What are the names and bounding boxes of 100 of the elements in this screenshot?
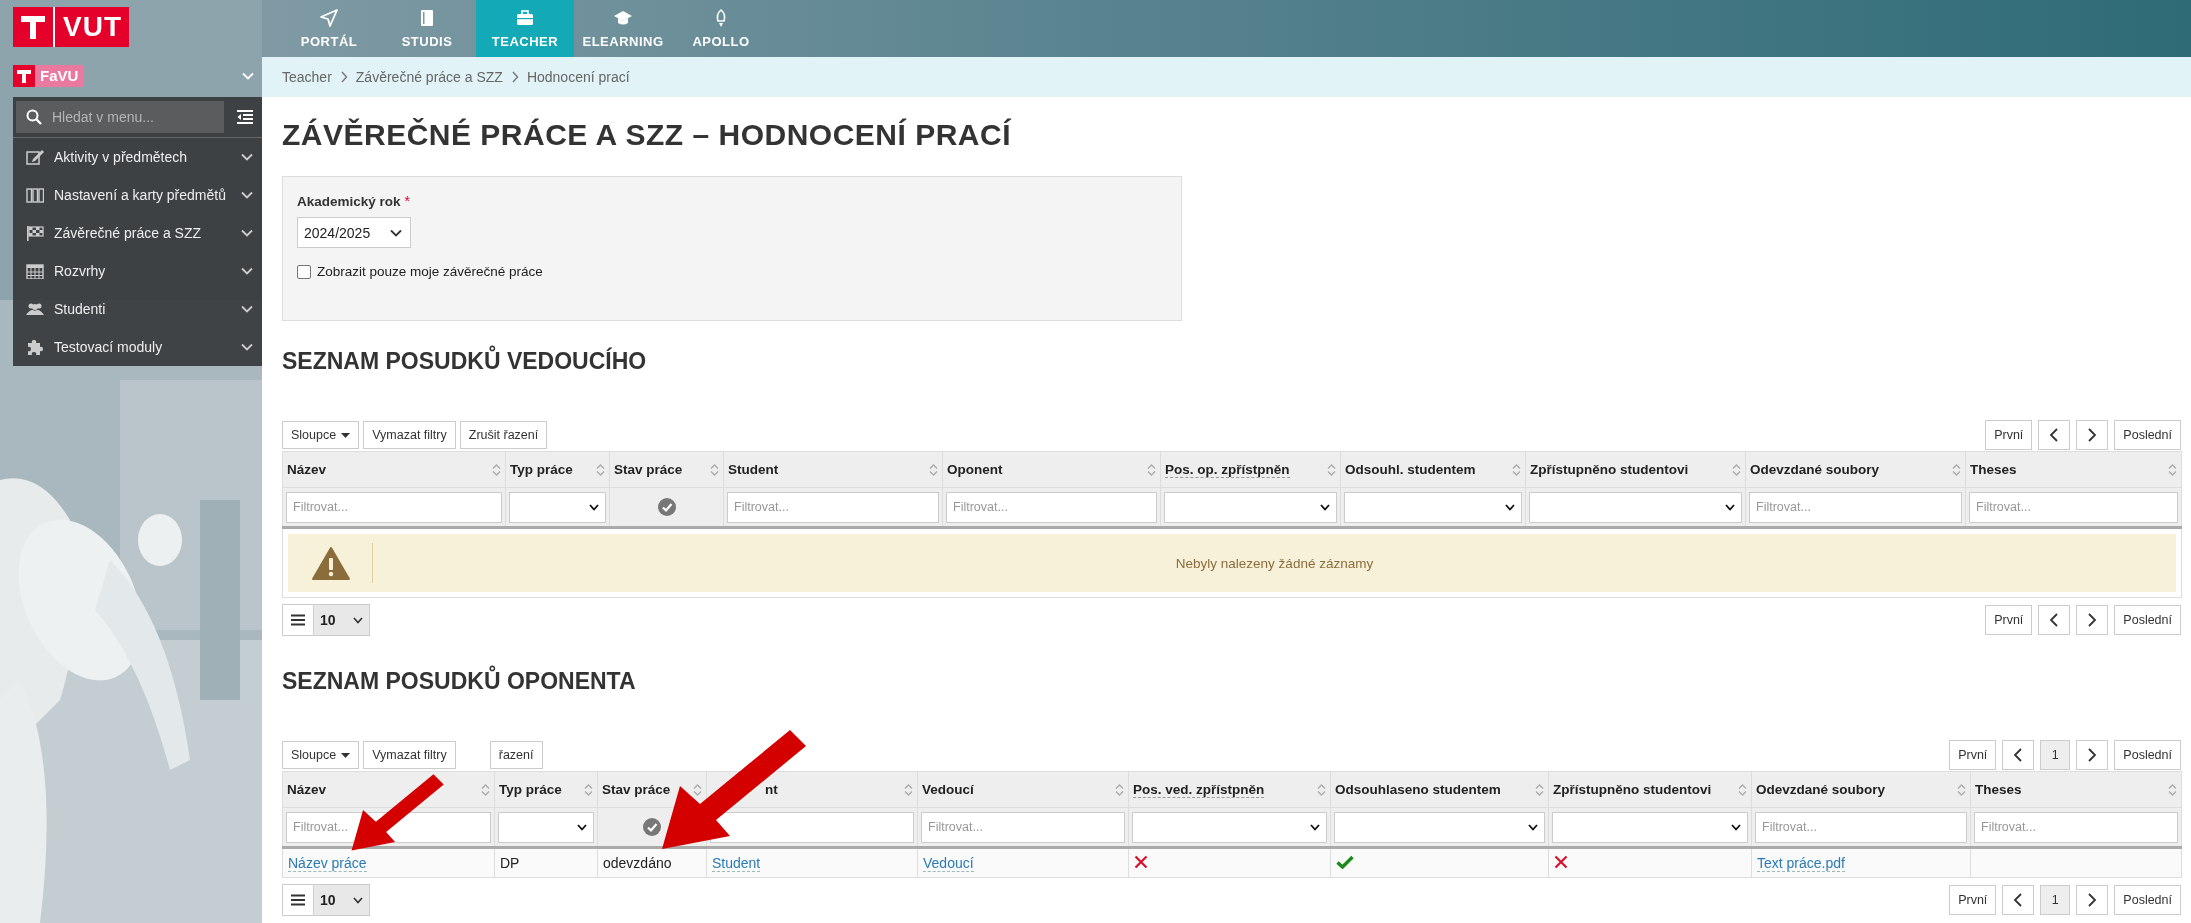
previous-page-button[interactable] (2002, 740, 2035, 770)
last-page-button[interactable]: Poslední (2114, 605, 2181, 635)
link[interactable]: Text práce.pdf (1757, 855, 1845, 872)
first-page-button[interactable]: První (1985, 605, 2033, 635)
first-page-button[interactable]: První (1949, 885, 1997, 915)
last-page-button[interactable]: Poslední (2114, 420, 2181, 450)
breadcrumb-link[interactable]: Teacher (282, 69, 332, 85)
column-header[interactable]: Student (723, 451, 943, 488)
next-page-button[interactable] (2076, 420, 2109, 450)
sidebar-item[interactable]: Studenti (13, 290, 262, 328)
column-label: Theses (1975, 782, 2022, 797)
column-label: nt (765, 782, 778, 797)
page-size-select[interactable]: 10 (282, 604, 370, 636)
year-select[interactable]: 2024/2025 (297, 217, 411, 248)
search-field[interactable]: Hledat v menu... (16, 101, 224, 133)
chevron-left-icon (2013, 893, 2024, 907)
column-header[interactable]: Název (282, 451, 506, 488)
chevron-down-icon (241, 343, 253, 351)
chevron-down-icon (1505, 503, 1515, 511)
logo-icon (19, 13, 47, 41)
sidebar-item[interactable]: Testovací moduly (13, 328, 262, 366)
page-size-value: 10 (320, 892, 336, 908)
column-label: Theses (1970, 462, 2017, 477)
first-page-button[interactable]: První (1985, 420, 2033, 450)
list-icon (291, 894, 305, 906)
chevron-down-icon (241, 191, 253, 199)
toolbar-button[interactable]: Sloupce (282, 741, 360, 769)
column-header[interactable]: Odevzdané soubory (1751, 771, 1971, 808)
filter-field[interactable]: Filtrovat... (727, 491, 939, 523)
chevron-down-icon (241, 305, 253, 313)
chevron-down-icon (241, 267, 253, 275)
page-size-select[interactable]: 10 (282, 884, 370, 916)
last-page-button[interactable]: Poslední (2114, 740, 2181, 770)
column-header[interactable]: Zpřístupněno studentovi (1525, 451, 1746, 488)
column-header[interactable]: Typ práce (505, 451, 610, 488)
filter-field[interactable]: Filtrovat... (1969, 491, 2178, 523)
filter-field[interactable]: Filtrovat... (1749, 491, 1962, 523)
column-label: Pos. ved. zpřístpněn (1133, 781, 1265, 798)
toolbar-button[interactable]: řazení (489, 741, 543, 769)
column-header[interactable]: Stav práce (597, 771, 707, 808)
toolbar-button[interactable]: Sloupce (282, 421, 360, 449)
breadcrumb-link[interactable]: Závěrečné práce a SZZ (355, 69, 503, 85)
column-header[interactable]: Theses (1965, 451, 2182, 488)
required-mark: * (404, 193, 410, 209)
filter-field[interactable] (710, 811, 914, 843)
sidebar-item-label: Studenti (54, 301, 106, 317)
column-label: Odevzdané soubory (1750, 462, 1880, 477)
column-header[interactable]: Zpřístupněno studentovi (1548, 771, 1752, 808)
link[interactable]: Student (712, 855, 761, 872)
page-button[interactable]: 1 (2040, 740, 2071, 770)
breadcrumb-link[interactable]: Hodnocení prací (526, 69, 630, 85)
column-label: Odevzdané soubory (1756, 782, 1886, 797)
chevron-right-icon (510, 71, 519, 83)
sidebar-item[interactable]: Nastavení a karty předmětů (13, 176, 262, 214)
link[interactable]: Název práce (288, 855, 367, 872)
chevron-right-icon (339, 71, 348, 83)
next-page-button[interactable] (2076, 885, 2109, 915)
previous-page-button[interactable] (2002, 885, 2035, 915)
sort-icon (1535, 782, 1544, 797)
sidebar-item-label: Aktivity v předmětech (54, 149, 188, 165)
nav-tab[interactable]: APOLLO (672, 0, 770, 57)
chevron-right-icon (2087, 613, 2098, 627)
column-header[interactable]: Odsouhl. studentem (1340, 451, 1526, 488)
sidebar-item[interactable]: Rozvrhy (13, 252, 262, 290)
sidebar-item[interactable]: Aktivity v předmětech (13, 138, 262, 176)
vut-logo[interactable]: VUT (13, 7, 129, 47)
filter-field[interactable]: Filtrovat... (1755, 811, 1967, 843)
column-header[interactable]: Typ práce (494, 771, 598, 808)
next-page-button[interactable] (2076, 740, 2109, 770)
column-label: Odsouhl. studentem (1345, 462, 1476, 477)
column-header[interactable]: Název (282, 771, 495, 808)
column-header[interactable]: Pos. ved. zpřístpněn (1128, 771, 1331, 808)
column-header[interactable]: Pos. op. zpřístpněn (1160, 451, 1341, 488)
sidebar-item[interactable]: Závěrečné práce a SZZ (13, 214, 262, 252)
first-page-button[interactable]: První (1949, 740, 1997, 770)
page-button[interactable]: 1 (2040, 885, 2071, 915)
column-header[interactable]: Stav práce (609, 451, 724, 488)
link[interactable]: Vedoucí (923, 855, 974, 872)
last-page-button[interactable]: Poslední (2114, 885, 2181, 915)
toolbar-button[interactable]: Zrušit řazení (459, 421, 548, 449)
column-header[interactable]: Odevzdané soubory (1745, 451, 1966, 488)
column-header[interactable]: Vedoucí (917, 771, 1129, 808)
toolbar-button[interactable]: Vymazat filtry (363, 741, 456, 769)
next-page-button[interactable] (2076, 605, 2109, 635)
column-header[interactable]: Oponent (942, 451, 1161, 488)
previous-page-button[interactable] (2038, 605, 2071, 635)
chevron-left-icon (2049, 613, 2060, 627)
filter-field[interactable]: Filtrovat... (286, 491, 502, 523)
section-heading: SEZNAM POSUDKŮ VEDOUCÍHO (282, 346, 2181, 376)
checkbox[interactable] (297, 264, 311, 279)
toolbar-button[interactable]: Vymazat filtry (363, 421, 456, 449)
filter-field[interactable]: Filtrovat... (946, 491, 1157, 523)
column-label: Zpřístupněno studentovi (1553, 782, 1712, 797)
column-header[interactable]: Theses (1970, 771, 2182, 808)
previous-page-button[interactable] (2038, 420, 2071, 450)
filter-field[interactable]: Filtrovat... (921, 811, 1125, 843)
puzzle-icon (26, 339, 44, 355)
filter-field[interactable]: Filtrovat... (1974, 811, 2178, 843)
column-header[interactable]: Odsouhlaseno studentem (1330, 771, 1549, 808)
page-size-value: 10 (320, 612, 336, 628)
